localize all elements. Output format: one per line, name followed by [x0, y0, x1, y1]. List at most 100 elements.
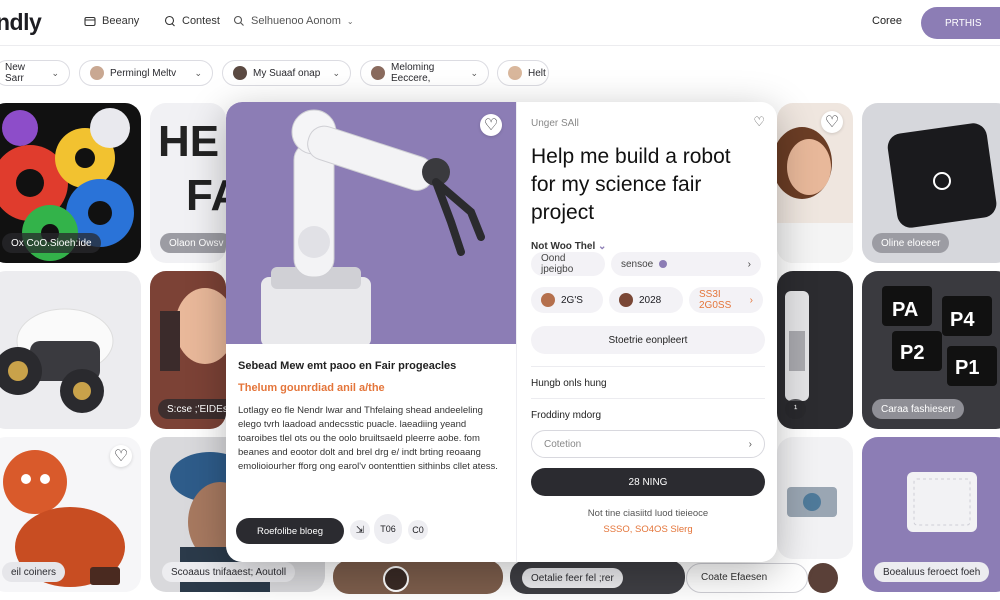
card-label: Oetalie feer fel ;rer	[522, 568, 623, 588]
primary-button[interactable]: PRTHIS	[921, 7, 1000, 39]
more-icon[interactable]: C0	[408, 520, 428, 540]
nav-label: Selhuenoo Aonom	[251, 15, 341, 27]
primary-action-button[interactable]: 28 NING	[531, 468, 765, 496]
reference-button-label: Roefolibe bloeg	[256, 525, 324, 537]
avatar	[508, 66, 522, 80]
reference-button[interactable]: Roefolibe bloeg	[236, 518, 344, 544]
filter-label: New Sarr	[5, 62, 26, 84]
stat-label: 2G'S	[561, 294, 583, 306]
card-label: Olaon Owsv	[160, 233, 226, 253]
result-card[interactable]: ♡	[777, 103, 853, 263]
result-card[interactable]: Oetalie feer fel ;rer	[510, 560, 685, 594]
card-label: eil coiners	[2, 562, 66, 582]
tag-pill[interactable]: Oond jpeigbo	[531, 252, 605, 276]
section-heading: Hungb onls hung	[531, 378, 607, 389]
action-label: 28 NING	[628, 476, 668, 488]
tag-pill[interactable]: sensoe ›	[611, 252, 761, 276]
app-logo[interactable]: ndly	[0, 9, 42, 36]
filter-bar: New Sarr ⌄ Permingl Meltv ⌄ My Suaaf ona…	[0, 60, 1000, 88]
filter-chip[interactable]: Meloming Eeccere, ⌄	[360, 60, 489, 86]
card-label: Coate Efaesen	[701, 572, 768, 583]
meta-label: Not Woo Thel	[531, 241, 596, 252]
nav-item-contest[interactable]: Contest	[164, 15, 220, 27]
share-icon[interactable]: ⇲	[350, 520, 370, 540]
result-card[interactable]: ♡ eil coiners	[0, 437, 141, 592]
poster-line: HE	[158, 117, 220, 166]
card-label: Caraa fashieserr	[872, 399, 964, 419]
heart-icon[interactable]: ♡	[821, 111, 843, 133]
pill-label: Oond jpeigbo	[541, 253, 574, 275]
result-card[interactable]: Boealuus feroect foeh	[862, 437, 1000, 592]
avatar	[90, 66, 104, 80]
modal-description: Sebead Mew emt paoo en Fair progeacles T…	[226, 344, 516, 562]
svg-text:P2: P2	[900, 342, 924, 364]
avatar	[233, 66, 247, 80]
card-poster-text: HE FA	[158, 115, 226, 223]
result-card[interactable]	[333, 560, 503, 594]
result-card[interactable]: ¹	[777, 271, 853, 429]
filter-chip[interactable]: My Suaaf onap ⌄	[222, 60, 351, 86]
footnote-link[interactable]: SSSO, SO4OS Slerg	[531, 524, 765, 535]
result-card[interactable]: Oline eloeeer	[862, 103, 1000, 263]
result-card[interactable]: PA P4 P2 P1 Caraa fashieserr	[862, 271, 1000, 429]
section-heading: Froddiny mdorg	[531, 410, 602, 421]
input-placeholder: Cotetion	[544, 438, 582, 450]
avatar	[383, 566, 409, 592]
nav-label: Beeany	[102, 15, 140, 27]
card-label: Boealuus feroect foeh	[874, 562, 990, 582]
heart-icon[interactable]: ♡	[480, 114, 502, 136]
result-card[interactable]: S:cse ;'EIDEs	[150, 271, 226, 429]
filter-label: Helt	[528, 67, 546, 79]
chevron-right-icon: ›	[747, 258, 751, 270]
card-label: S:cse ;'EIDEs	[158, 399, 226, 419]
nav-item-search[interactable]: Selhuenoo Aonom ⌄	[233, 15, 354, 27]
detail-modal: ♡ Sebead Mew emt paoo en Fair progeacles…	[226, 102, 777, 562]
stat-pill[interactable]: 2028	[609, 287, 683, 313]
filter-chip[interactable]: New Sarr ⌄	[0, 60, 70, 86]
stat-pill[interactable]: SS3I 2G0SS ›	[689, 287, 763, 313]
chevron-right-icon: ›	[749, 294, 753, 306]
card-label: Oline eloeeer	[872, 233, 950, 253]
chevron-down-icon: ⌄	[332, 67, 340, 78]
more-label: C0	[412, 525, 424, 535]
result-card[interactable]: HE FA Olaon Owsv	[150, 103, 226, 263]
card-label: ¹	[785, 399, 807, 419]
folder-icon	[84, 16, 96, 27]
result-card[interactable]	[0, 271, 141, 429]
header-link[interactable]: Coree	[872, 15, 902, 27]
modal-title: Help me build a robot for my science fai…	[531, 145, 731, 224]
count-label: T06	[380, 524, 396, 534]
top-bar: ndly Beeany Contest Selhuenoo Aonom ⌄ Co…	[0, 0, 1000, 46]
avatar	[371, 66, 385, 80]
cta-button[interactable]: Stoetrie eonpleert	[531, 326, 765, 354]
result-card[interactable]: Coate Efaesen	[686, 563, 808, 593]
heart-icon[interactable]: ♡	[753, 114, 765, 130]
heart-icon[interactable]: ♡	[110, 445, 132, 467]
avatar	[541, 293, 555, 307]
divider	[531, 398, 765, 399]
svg-text:PA: PA	[892, 299, 918, 321]
avatar	[619, 293, 633, 307]
result-card[interactable]	[777, 437, 853, 559]
chat-icon	[164, 15, 175, 27]
filter-chip[interactable]: Helt	[497, 60, 549, 86]
robot-arm-image	[261, 109, 485, 347]
footnote: Not tine ciasiitd luod tieieoce	[587, 508, 709, 519]
stat-pill[interactable]: 2G'S	[531, 287, 603, 313]
chevron-down-icon: ⌄	[194, 67, 202, 78]
robot-car-image	[0, 308, 114, 413]
filter-chip[interactable]: Permingl Meltv ⌄	[79, 60, 213, 86]
result-card[interactable]: Ox CoO.Sioeh:ide	[0, 103, 141, 263]
count-badge[interactable]: T06	[374, 514, 402, 544]
stat-label: 2028	[639, 294, 662, 306]
filter-label: Permingl Meltv	[110, 67, 177, 79]
chevron-right-icon: ›	[748, 438, 752, 450]
filter-label: My Suaaf onap	[253, 67, 321, 79]
nav-item-beeany[interactable]: Beeany	[84, 15, 139, 27]
search-icon	[233, 15, 244, 26]
avatar	[808, 563, 838, 593]
chevron-down-icon: ⌄	[470, 67, 478, 78]
text-input[interactable]: Cotetion ›	[531, 430, 765, 458]
gear-icon	[787, 487, 837, 517]
pill-label: sensoe	[621, 258, 654, 270]
